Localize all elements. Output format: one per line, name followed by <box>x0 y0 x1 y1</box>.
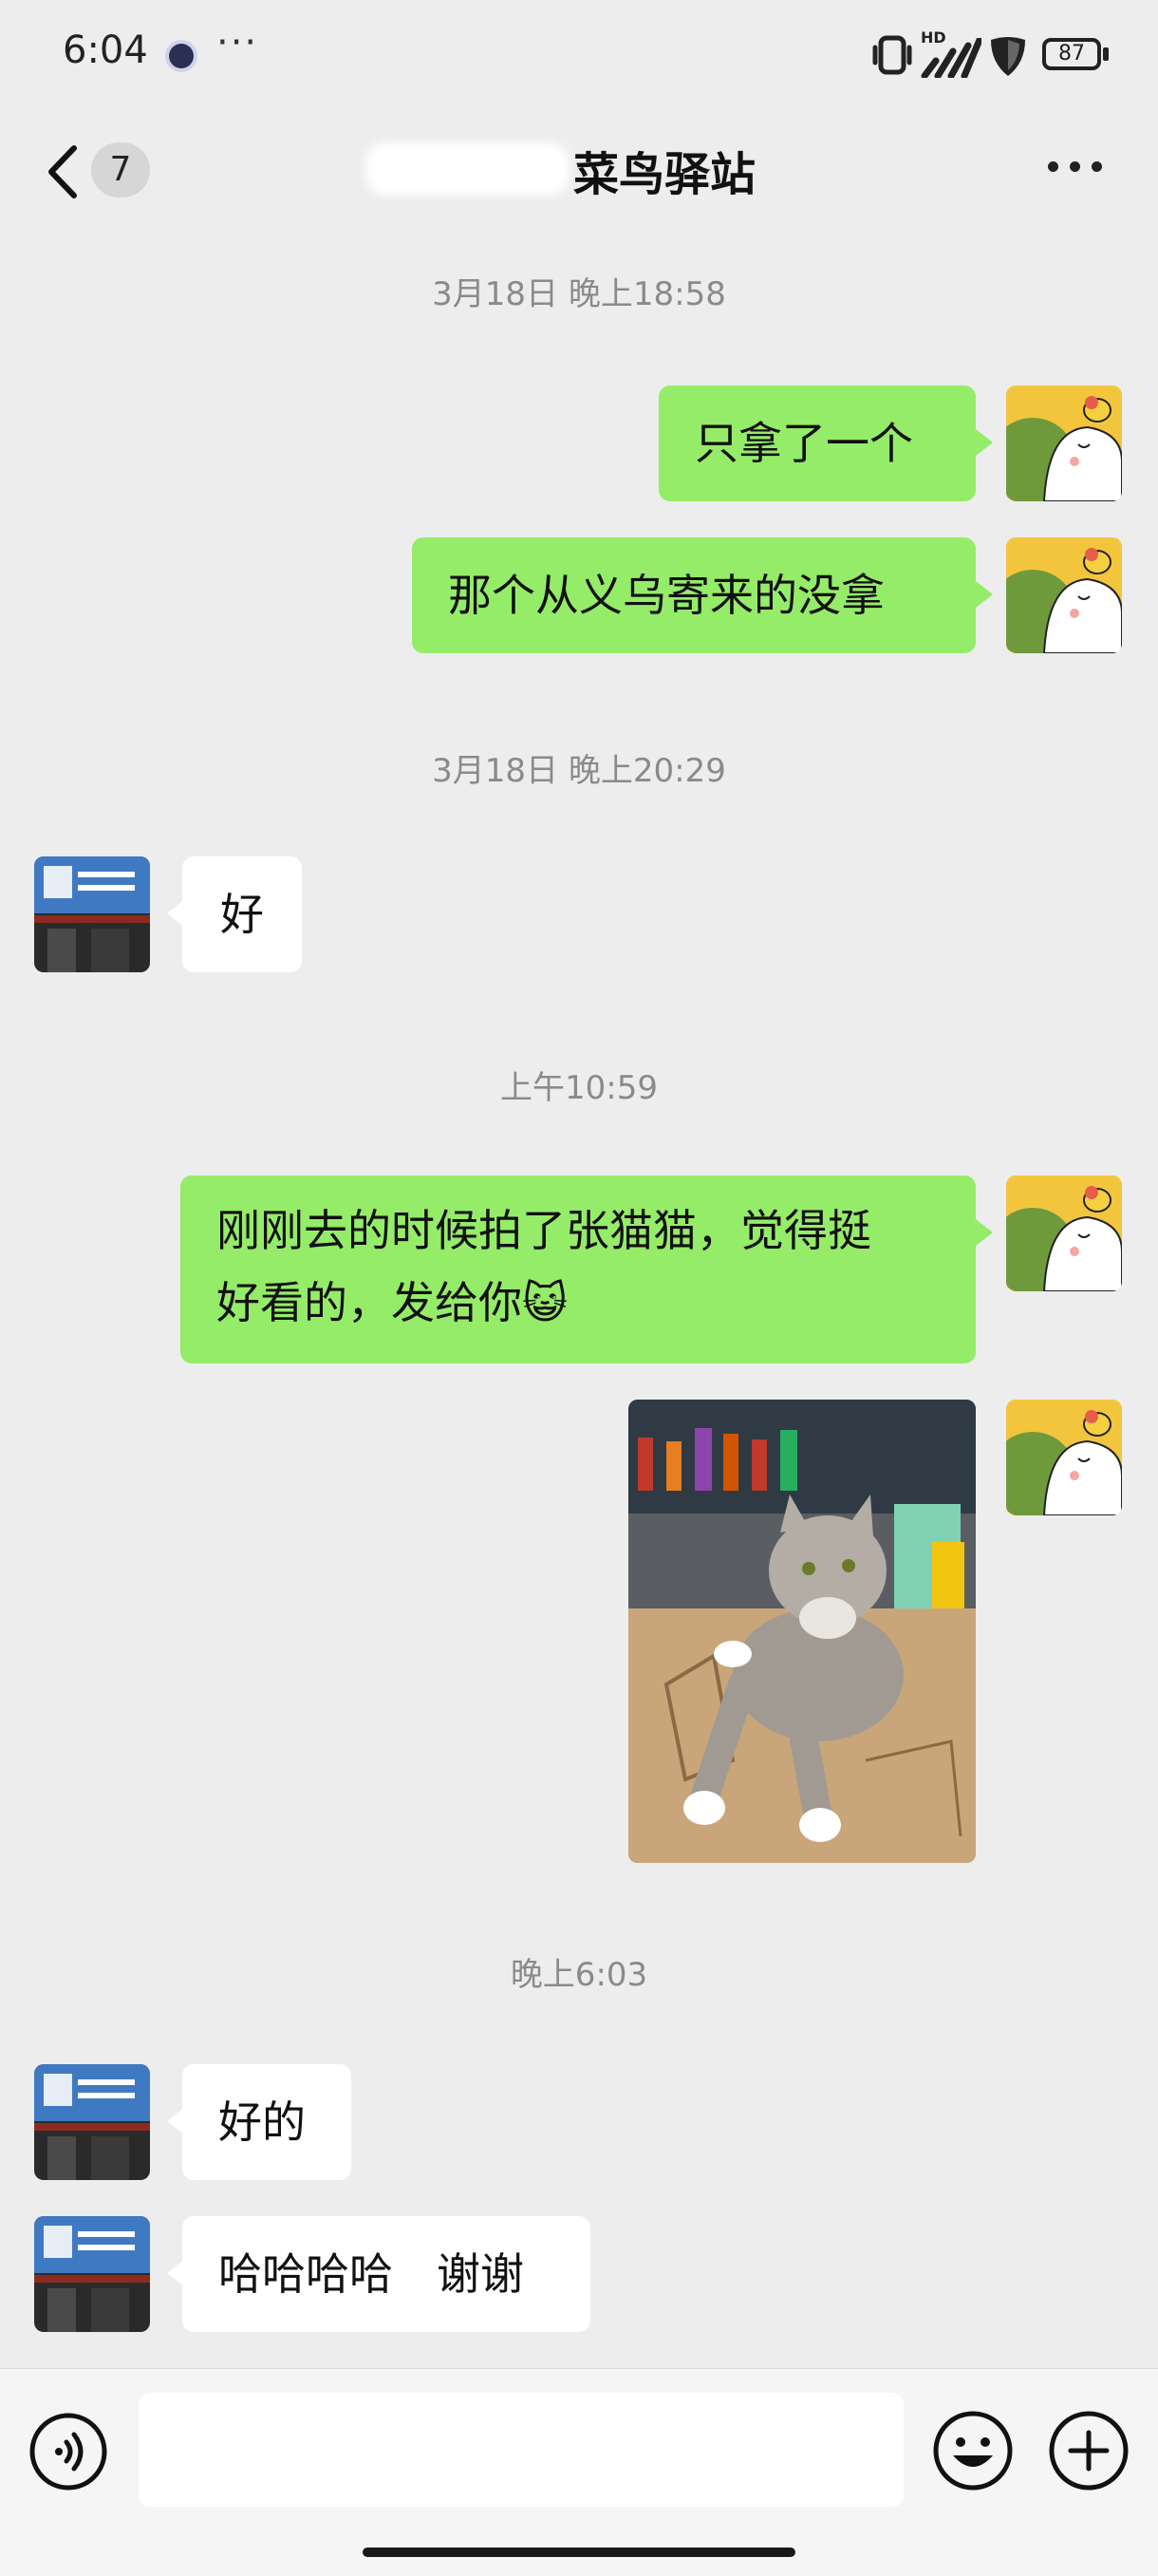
bubble-tail <box>976 581 993 608</box>
voice-icon[interactable] <box>28 2412 108 2491</box>
my-avatar[interactable] <box>1006 537 1122 653</box>
contact-avatar[interactable] <box>34 2064 150 2180</box>
message-bubble-outgoing[interactable]: 只拿了一个 <box>659 385 976 501</box>
avatar-image <box>1006 537 1122 653</box>
timestamp: 晚上6:03 <box>510 1956 648 1994</box>
avatar-image <box>34 856 150 972</box>
cat-face-emoji-icon: 😺 <box>522 1277 568 1328</box>
message-line: 刚刚去的时候拍了张猫猫，觉得挺 <box>216 1205 871 1256</box>
shield-icon <box>991 37 1025 76</box>
message-text: 好看的，发给你 <box>216 1277 522 1328</box>
battery-icon: 87 <box>1042 38 1101 70</box>
emoji-icon[interactable] <box>932 2410 1014 2491</box>
vibrate-icon <box>872 35 912 75</box>
status-more-icon: ··· <box>216 21 259 65</box>
avatar-image <box>1006 1175 1122 1291</box>
unread-badge[interactable]: 7 <box>91 142 150 197</box>
image-message[interactable] <box>628 1400 976 1863</box>
status-time: 6:04 <box>63 28 148 72</box>
message-bubble-outgoing[interactable]: 那个从义乌寄来的没拿 <box>412 537 976 653</box>
timestamp: 上午10:59 <box>500 1069 658 1107</box>
signal-icon: HD <box>921 28 981 78</box>
cat-photo <box>628 1400 976 1863</box>
battery-level: 87 <box>1058 42 1085 66</box>
message-bubble-incoming[interactable]: 哈哈哈哈 谢谢 <box>182 2216 590 2332</box>
my-avatar[interactable] <box>1006 385 1122 501</box>
bubble-tail <box>976 429 993 456</box>
more-icon[interactable] <box>1044 152 1107 180</box>
message-input[interactable] <box>139 2393 904 2507</box>
message-line-2: 好看的，发给你😺 <box>216 1267 940 1339</box>
contact-avatar[interactable] <box>34 2216 150 2332</box>
status-app-icon <box>169 44 194 68</box>
message-bubble-incoming[interactable]: 好 <box>182 856 302 972</box>
avatar-image <box>1006 1400 1122 1515</box>
message-bubble-outgoing[interactable]: 刚刚去的时候拍了张猫猫，觉得挺 好看的，发给你😺 <box>180 1175 976 1363</box>
timestamp: 3月18日 晚上20:29 <box>432 752 726 790</box>
avatar-image <box>34 2216 150 2332</box>
bubble-tail <box>976 1219 993 1246</box>
avatar-image <box>1006 385 1122 501</box>
my-avatar[interactable] <box>1006 1175 1122 1291</box>
chat-title: 菜鸟驿站 <box>573 148 756 201</box>
back-icon[interactable] <box>40 139 87 205</box>
redacted-name <box>365 142 570 196</box>
contact-avatar[interactable] <box>34 856 150 972</box>
my-avatar[interactable] <box>1006 1400 1122 1515</box>
message-bubble-incoming[interactable]: 好的 <box>182 2064 351 2180</box>
avatar-image <box>34 2064 150 2180</box>
timestamp: 3月18日 晚上18:58 <box>432 275 726 313</box>
battery-tip <box>1103 47 1109 61</box>
add-icon[interactable] <box>1048 2410 1130 2491</box>
home-indicator[interactable] <box>363 2548 795 2557</box>
